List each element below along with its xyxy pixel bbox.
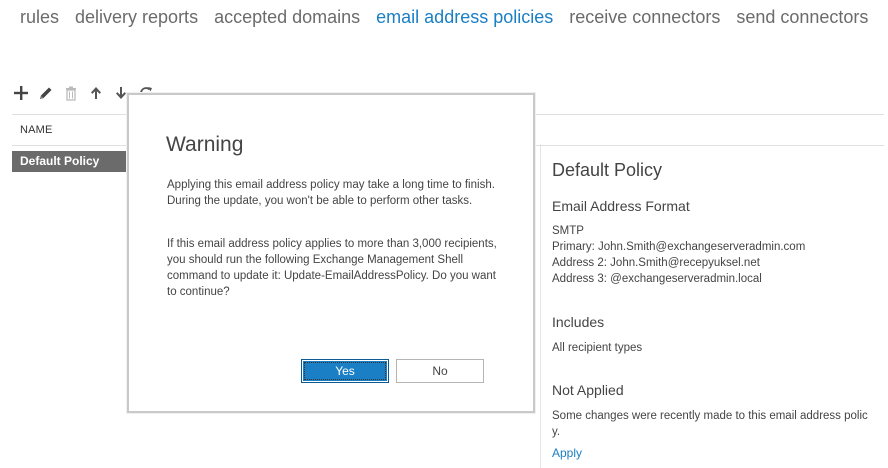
- tab-delivery-reports[interactable]: delivery reports: [75, 5, 198, 29]
- edit-icon[interactable]: [37, 84, 55, 102]
- details-pane: Default Policy Email Address Format SMTP…: [540, 144, 885, 468]
- address-3: Address 3: @exchangeserveradmin.local: [552, 273, 762, 285]
- not-applied-text-line1: Some changes were recently made to this …: [552, 410, 868, 422]
- table-row[interactable]: Default Policy: [12, 151, 128, 172]
- move-up-icon[interactable]: [87, 84, 105, 102]
- top-nav: rules delivery reports accepted domains …: [20, 5, 884, 29]
- details-title: Default Policy: [552, 160, 663, 180]
- smtp-label: SMTP: [552, 225, 584, 237]
- tab-email-address-policies[interactable]: email address policies: [376, 5, 553, 29]
- warning-dialog: Warning Applying this email address poli…: [127, 93, 535, 413]
- not-applied-text-line2: y.: [552, 426, 561, 438]
- delete-icon[interactable]: [62, 84, 80, 102]
- tab-receive-connectors[interactable]: receive connectors: [569, 5, 720, 29]
- dialog-message-2: If this email address policy applies to …: [167, 238, 497, 298]
- tab-send-connectors[interactable]: send connectors: [736, 5, 868, 29]
- no-button[interactable]: No: [396, 359, 484, 383]
- includes-value: All recipient types: [552, 342, 643, 354]
- dialog-title: Warning: [166, 133, 244, 156]
- primary-address: Primary: John.Smith@exchangeserveradmin.…: [552, 241, 806, 253]
- includes-heading: Includes: [552, 314, 605, 330]
- not-applied-heading: Not Applied: [552, 382, 624, 398]
- tab-accepted-domains[interactable]: accepted domains: [214, 5, 360, 29]
- add-icon[interactable]: [12, 84, 30, 102]
- apply-link[interactable]: Apply: [552, 446, 582, 460]
- dialog-message-1: Applying this email address policy may t…: [167, 179, 495, 207]
- tab-rules[interactable]: rules: [20, 5, 59, 29]
- yes-button[interactable]: Yes: [301, 359, 389, 383]
- address-2: Address 2: John.Smith@recepyuksel.net: [552, 257, 760, 269]
- column-header-name[interactable]: NAME: [20, 124, 53, 136]
- email-format-heading: Email Address Format: [552, 198, 690, 214]
